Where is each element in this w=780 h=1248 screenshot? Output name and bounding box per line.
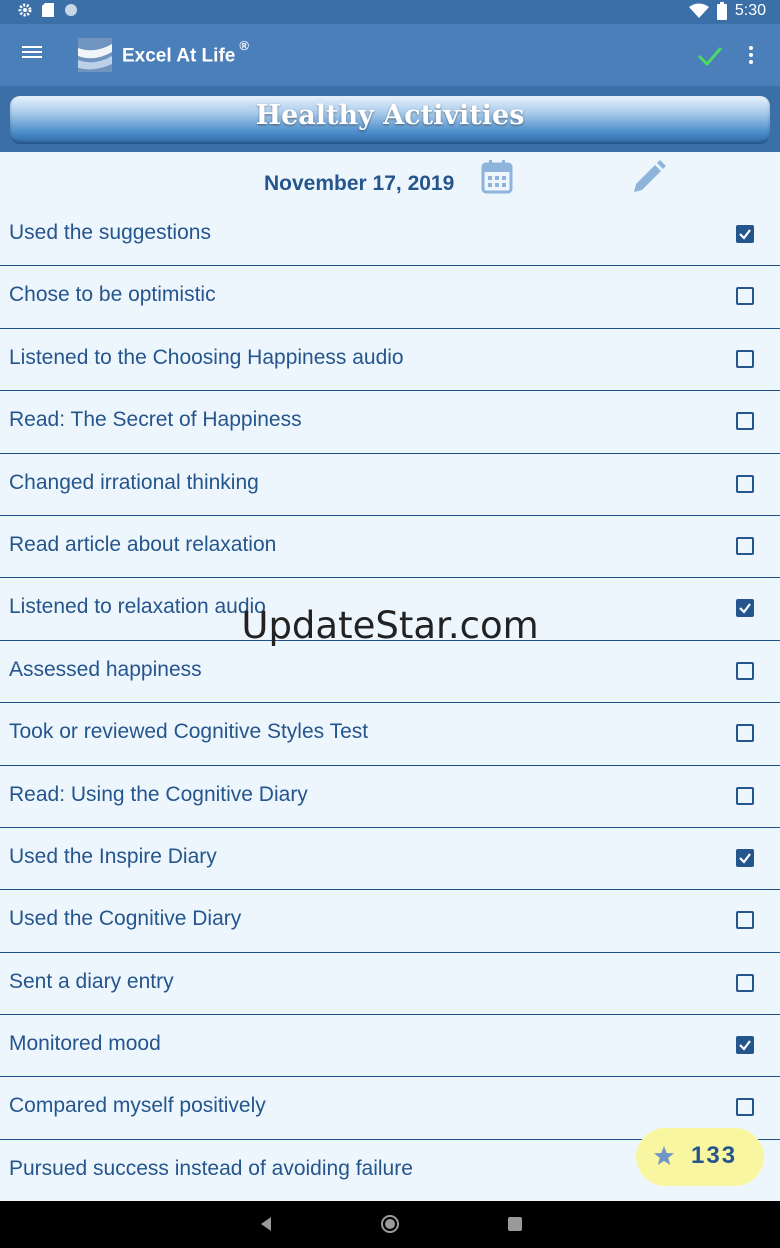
checkmark-icon xyxy=(739,853,751,864)
checkbox-unchecked[interactable] xyxy=(736,474,754,493)
star-icon xyxy=(654,1146,674,1165)
checkbox-checked[interactable] xyxy=(736,848,754,867)
check-icon[interactable] xyxy=(696,42,724,70)
battery-icon xyxy=(716,2,727,20)
app-title: Excel At Life ® xyxy=(122,38,249,67)
checkbox-unchecked[interactable] xyxy=(736,287,754,306)
circle-icon xyxy=(65,4,77,16)
status-time: 5:30 xyxy=(734,2,766,19)
more-vert-button[interactable] xyxy=(742,44,760,68)
list-item-label: Used the Inspire Diary xyxy=(9,844,217,868)
checkbox-unchecked[interactable] xyxy=(736,661,754,680)
calendar-icon[interactable] xyxy=(481,160,513,194)
points-value: 133 xyxy=(691,1142,738,1169)
list-item-label: Used the Cognitive Diary xyxy=(9,907,242,931)
list-item-label: Sent a diary entry xyxy=(9,969,174,993)
list-item-label: Chose to be optimistic xyxy=(9,283,216,307)
checkbox-unchecked[interactable] xyxy=(736,412,754,431)
gear-icon xyxy=(18,3,32,17)
pencil-icon[interactable] xyxy=(630,160,666,196)
status-bar: 5:30 xyxy=(0,0,780,24)
checkmark-icon xyxy=(739,1040,751,1051)
page-title: Healthy Activities xyxy=(255,100,525,131)
list-item-label: Changed irrational thinking xyxy=(9,470,259,494)
list-item[interactable]: Assessed happiness xyxy=(0,641,780,704)
sd-card-icon xyxy=(42,3,54,17)
list-item-label: Took or reviewed Cognitive Styles Test xyxy=(9,720,369,744)
registered-mark: ® xyxy=(239,38,249,53)
recent-apps-icon[interactable] xyxy=(508,1217,522,1231)
menu-icon xyxy=(22,46,42,48)
app-title-text: Excel At Life xyxy=(122,45,236,67)
checkbox-unchecked[interactable] xyxy=(736,1098,754,1117)
list-item-label: Read: The Secret of Happiness xyxy=(9,408,302,432)
list-item-label: Used the suggestions xyxy=(9,221,211,244)
checkmark-icon xyxy=(739,229,751,240)
status-icons-right: 5:30 xyxy=(688,2,766,20)
checkbox-unchecked[interactable] xyxy=(736,786,754,805)
list-item[interactable]: Chose to be optimistic xyxy=(0,266,780,329)
list-item[interactable]: Used the Cognitive Diary xyxy=(0,890,780,953)
list-item-label: Compared myself positively xyxy=(9,1094,266,1118)
list-item[interactable]: Read article about relaxation xyxy=(0,516,780,579)
date-text: November 17, 2019 xyxy=(264,172,455,195)
status-icons-left xyxy=(18,3,78,17)
app-bar: Excel At Life ® xyxy=(0,24,780,86)
list-item-label: Read article about relaxation xyxy=(9,532,277,556)
nav-bar xyxy=(0,1201,780,1248)
checkbox-unchecked[interactable] xyxy=(736,349,754,368)
list-item-label: Read: Using the Cognitive Diary xyxy=(9,782,308,806)
activity-list: Used the suggestions Chose to be optimist… xyxy=(0,204,780,1203)
watermark: UpdateStar.com xyxy=(241,604,539,647)
list-item[interactable]: Used the suggestions xyxy=(0,204,780,267)
list-item-label: Listened to the Choosing Happiness audio xyxy=(9,345,404,369)
checkbox-unchecked[interactable] xyxy=(736,724,754,743)
checkbox-checked[interactable] xyxy=(736,1036,754,1055)
back-icon[interactable] xyxy=(257,1215,275,1233)
list-item[interactable]: Used the Inspire Diary xyxy=(0,828,780,891)
list-item[interactable]: Listened to the Choosing Happiness audio xyxy=(0,329,780,392)
list-item-label: Monitored mood xyxy=(9,1032,161,1056)
list-item-label: Pursued success instead of avoiding fail… xyxy=(9,1156,413,1180)
more-vert-icon xyxy=(749,46,753,50)
wifi-icon xyxy=(688,3,709,18)
list-item[interactable]: Read: The Secret of Happiness xyxy=(0,391,780,454)
checkbox-checked[interactable] xyxy=(736,225,754,243)
menu-button[interactable] xyxy=(22,43,48,67)
list-item[interactable]: Read: Using the Cognitive Diary xyxy=(0,766,780,828)
list-item[interactable]: Sent a diary entry xyxy=(0,953,780,1016)
home-icon[interactable] xyxy=(380,1214,400,1234)
app-logo xyxy=(78,38,112,72)
checkbox-unchecked[interactable] xyxy=(736,911,754,930)
list-item-label: Assessed happiness xyxy=(9,657,202,681)
checkbox-unchecked[interactable] xyxy=(736,973,754,992)
checkbox-unchecked[interactable] xyxy=(736,536,754,555)
list-item[interactable]: Monitored mood xyxy=(0,1015,780,1078)
list-item[interactable]: Changed irrational thinking xyxy=(0,454,780,516)
points-badge[interactable]: 133 xyxy=(636,1128,764,1186)
list-item[interactable]: Took or reviewed Cognitive Styles Test xyxy=(0,703,780,766)
